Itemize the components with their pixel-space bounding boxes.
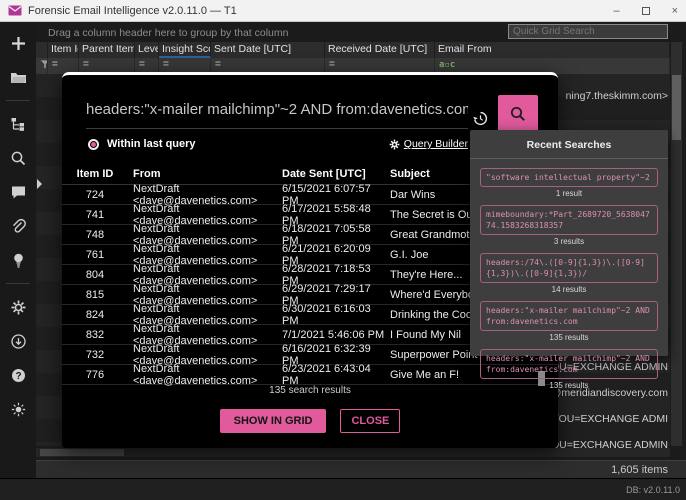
contains-filter-icon: a▫c bbox=[439, 60, 455, 70]
close-dialog-button[interactable]: CLOSE bbox=[340, 409, 400, 433]
result-item-id: 724 bbox=[62, 189, 128, 201]
window-title: Forensic Email Intelligence v2.0.11.0 — … bbox=[28, 5, 237, 17]
search-history-button[interactable] bbox=[469, 107, 491, 129]
result-item-id: 832 bbox=[62, 329, 128, 341]
column-header-item-id[interactable]: Item Id bbox=[48, 42, 79, 58]
question-mark-icon: ? bbox=[10, 367, 27, 384]
sun-icon bbox=[10, 401, 27, 418]
sidebar-divider bbox=[6, 283, 30, 284]
query-builder-link[interactable]: Query Builder bbox=[389, 138, 468, 150]
db-version-bar: DB: v2.0.11.0 bbox=[0, 478, 686, 500]
panel-expand-arrow[interactable] bbox=[37, 179, 42, 189]
lightbulb-icon bbox=[10, 252, 27, 269]
grid-cell-fragment[interactable]: ning7.theskimm.com> bbox=[566, 90, 668, 102]
messages-button[interactable] bbox=[5, 179, 31, 205]
within-last-query-radio[interactable] bbox=[88, 139, 99, 150]
filter-funnel-icon bbox=[36, 58, 48, 74]
result-item-id: 748 bbox=[62, 229, 128, 241]
vertical-scrollbar-thumb[interactable] bbox=[672, 75, 681, 140]
recent-search-chip[interactable]: "software intellectual property"~2 bbox=[480, 168, 658, 187]
download-circle-icon bbox=[10, 333, 27, 350]
app-logo-envelope-icon bbox=[8, 5, 22, 16]
result-date-sent: 7/1/2021 5:46:06 PM bbox=[282, 329, 390, 341]
db-version: DB: v2.0.11.0 bbox=[626, 485, 680, 495]
recent-search-chip[interactable]: headers:/74\.([0-9]{1,3})\.([0-9]{1,3})\… bbox=[480, 253, 658, 283]
result-date-sent: 6/30/2021 6:16:03 PM bbox=[282, 303, 390, 327]
column-header-parent-item-id[interactable]: Parent Item Id bbox=[79, 42, 135, 58]
column-header-sent-date[interactable]: Sent Date [UTC] bbox=[211, 42, 325, 58]
recent-searches-divider bbox=[470, 158, 668, 159]
search-query-input[interactable] bbox=[86, 95, 468, 129]
tree-view-button[interactable] bbox=[5, 111, 31, 137]
recent-search-result-count: 14 results bbox=[480, 285, 658, 294]
grid-corner-cell bbox=[36, 42, 48, 58]
plus-icon bbox=[10, 35, 27, 52]
column-header-email-from[interactable]: Email From bbox=[435, 42, 670, 58]
updates-button[interactable] bbox=[5, 328, 31, 354]
result-item-id: 824 bbox=[62, 309, 128, 321]
recent-search-result-count: 135 results bbox=[480, 333, 658, 342]
recent-search-result-count: 1 result bbox=[480, 189, 658, 198]
minimize-button[interactable]: – bbox=[613, 5, 619, 17]
result-item-id: 741 bbox=[62, 209, 128, 221]
vertical-scrollbar[interactable] bbox=[671, 42, 682, 446]
folder-icon bbox=[10, 69, 27, 86]
sidebar-divider bbox=[6, 100, 30, 101]
paperclip-icon bbox=[10, 218, 27, 235]
insights-button[interactable] bbox=[5, 247, 31, 273]
recent-searches-list: "software intellectual property"~2 1 res… bbox=[480, 168, 658, 390]
result-item-id: 815 bbox=[62, 289, 128, 301]
run-search-button[interactable] bbox=[498, 95, 538, 133]
attachments-button[interactable] bbox=[5, 213, 31, 239]
column-header-level[interactable]: Level bbox=[135, 42, 159, 58]
recent-search-chip[interactable]: headers:"x-mailer mailchimp"~2 AND from:… bbox=[480, 349, 658, 379]
recent-searches-title: Recent Searches bbox=[480, 139, 658, 151]
group-by-hint: Drag a column header here to group by th… bbox=[48, 27, 288, 39]
column-header-insight-score[interactable]: Insight Score bbox=[159, 42, 211, 58]
item-count: 1,605 items bbox=[611, 464, 668, 476]
result-item-id: 804 bbox=[62, 269, 128, 281]
recent-search-chip[interactable]: headers:"x-mailer mailchimp"~2 AND from:… bbox=[480, 301, 658, 331]
open-case-button[interactable] bbox=[5, 64, 31, 90]
magnifier-icon bbox=[509, 105, 527, 123]
window-titlebar: Forensic Email Intelligence v2.0.11.0 — … bbox=[0, 0, 686, 22]
maximize-button[interactable] bbox=[642, 7, 650, 15]
search-icon bbox=[10, 150, 27, 167]
tree-icon bbox=[10, 116, 27, 133]
within-last-query-label: Within last query bbox=[107, 138, 196, 150]
left-toolbar: ? bbox=[0, 22, 36, 478]
result-from: NextDraft <dave@davenetics.com> bbox=[128, 363, 282, 387]
column-header-received-date[interactable]: Received Date [UTC] bbox=[325, 42, 435, 58]
results-column-from: From bbox=[128, 168, 282, 180]
results-column-item-id: Item ID bbox=[62, 168, 128, 180]
horizontal-scrollbar-thumb[interactable] bbox=[40, 449, 124, 456]
add-evidence-button[interactable] bbox=[5, 30, 31, 56]
quick-grid-search-input[interactable] bbox=[508, 24, 668, 39]
help-button[interactable]: ? bbox=[5, 362, 31, 388]
gear-icon bbox=[389, 139, 400, 150]
results-column-date-sent: Date Sent [UTC] bbox=[282, 168, 390, 180]
recent-search-result-count: 135 results bbox=[480, 381, 658, 390]
chat-bubble-icon bbox=[10, 184, 27, 201]
horizontal-scrollbar[interactable] bbox=[36, 448, 670, 457]
show-in-grid-button[interactable]: SHOW IN GRID bbox=[220, 409, 327, 433]
search-tool-button[interactable] bbox=[5, 145, 31, 171]
history-clock-icon bbox=[472, 110, 489, 127]
result-item-id: 732 bbox=[62, 349, 128, 361]
result-item-id: 776 bbox=[62, 369, 128, 381]
recent-searches-panel: Recent Searches "software intellectual p… bbox=[470, 130, 668, 356]
status-bar: 1,605 items bbox=[36, 460, 686, 478]
settings-button[interactable] bbox=[5, 294, 31, 320]
result-item-id: 761 bbox=[62, 249, 128, 261]
svg-text:?: ? bbox=[15, 371, 21, 382]
theme-toggle-button[interactable] bbox=[5, 396, 31, 422]
gear-icon bbox=[10, 299, 27, 316]
grid-header-row: Item Id Parent Item Id Level Insight Sco… bbox=[36, 42, 670, 58]
recent-search-chip[interactable]: mimeboundary:*Part_2689720_563804774.158… bbox=[480, 205, 658, 235]
recent-search-result-count: 3 results bbox=[480, 237, 658, 246]
result-date-sent: 6/23/2021 6:43:04 PM bbox=[282, 363, 390, 387]
close-window-button[interactable]: × bbox=[672, 5, 678, 17]
